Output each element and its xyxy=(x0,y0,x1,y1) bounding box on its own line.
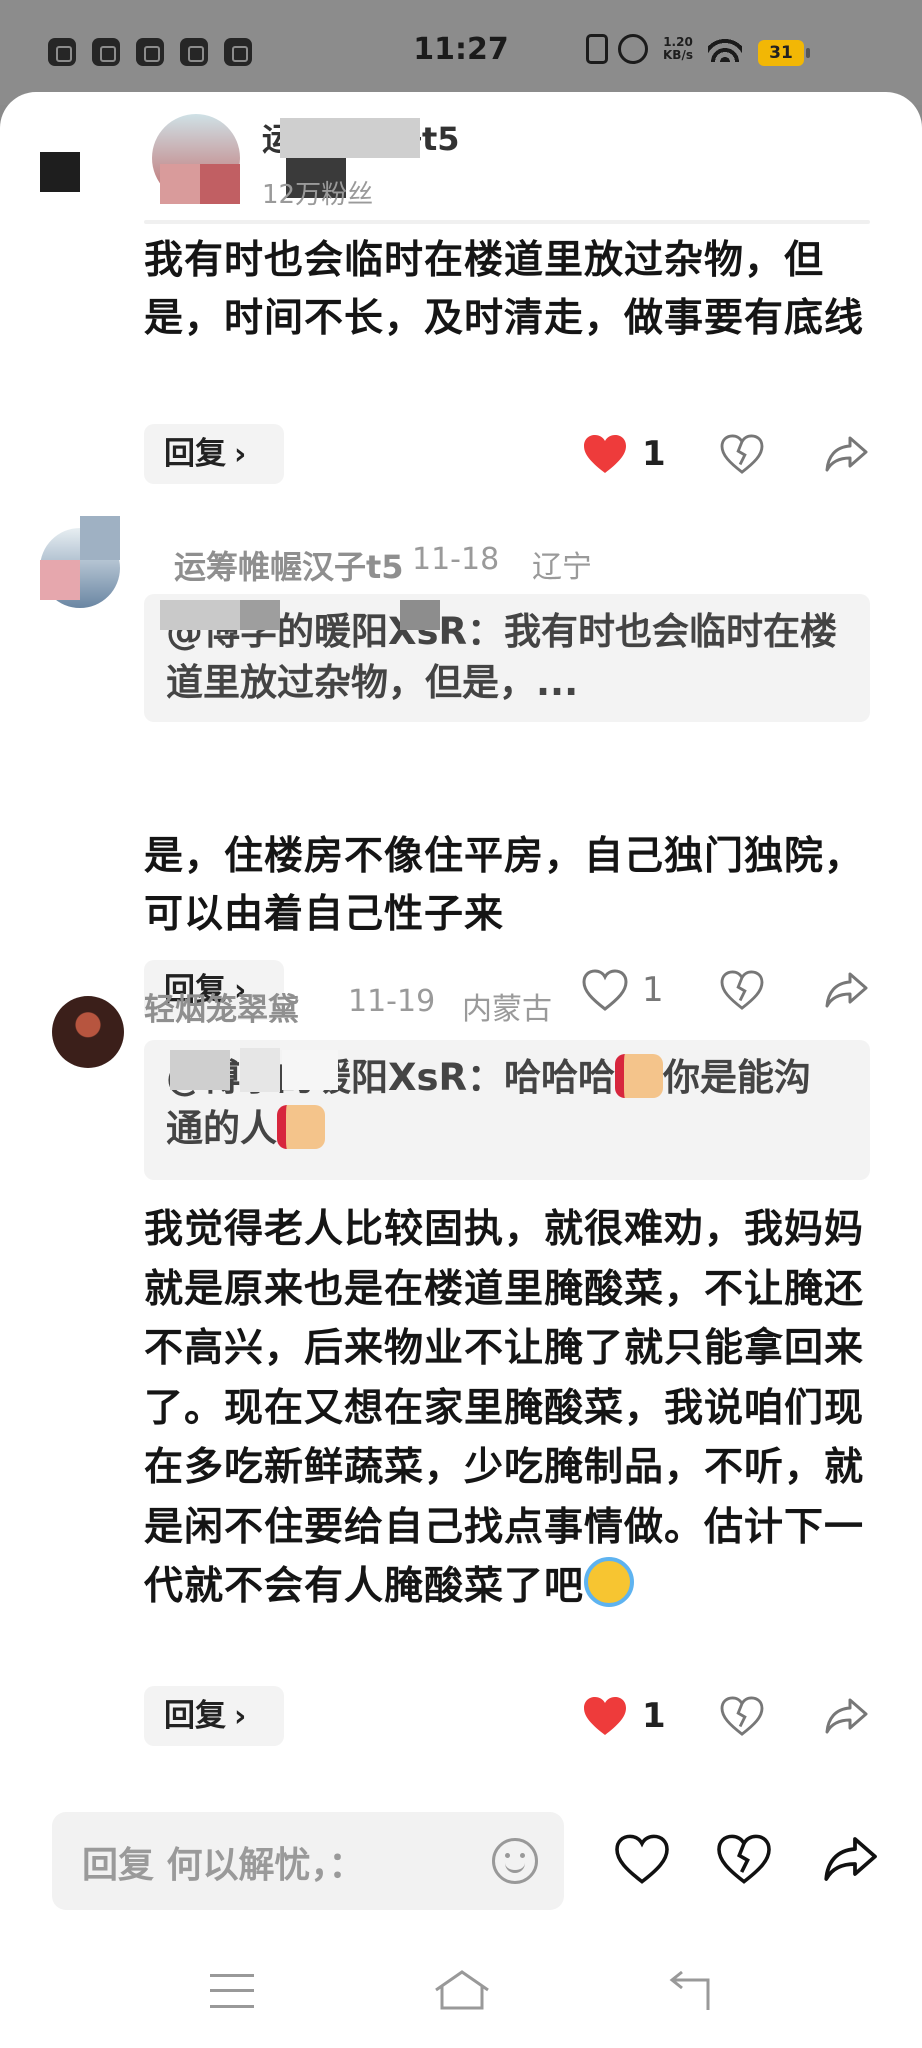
crying-laughing-emoji-icon xyxy=(584,1557,635,1607)
alarm-icon xyxy=(618,34,648,64)
chevron-right-icon: › xyxy=(234,1699,247,1734)
back-icon[interactable] xyxy=(668,1968,718,2012)
comment-date: 11-18 xyxy=(412,542,500,577)
share-icon xyxy=(825,1698,868,1734)
wifi-icon xyxy=(708,36,742,62)
heart-filled-icon xyxy=(584,1697,626,1735)
comment-body: 是，住楼房不像住平房，自己独门独院，可以由着自己性子来 xyxy=(144,834,865,937)
network-speed: 1.20 KB/s xyxy=(663,35,693,62)
bottom-dislike-button[interactable] xyxy=(716,1834,772,1884)
reply-button[interactable]: 回复 › xyxy=(144,1686,284,1746)
heart-outline-icon xyxy=(615,1834,669,1884)
chevron-right-icon: › xyxy=(234,437,247,472)
emoji-icon[interactable] xyxy=(492,1838,538,1884)
broken-heart-icon xyxy=(720,1696,764,1736)
reply-input[interactable]: 回复 何以解忧，： xyxy=(52,1812,564,1910)
like-button[interactable]: 1 xyxy=(582,960,664,1020)
reply-button[interactable]: 回复 › xyxy=(144,424,284,484)
share-icon xyxy=(825,436,868,472)
dislike-button[interactable] xyxy=(720,1686,764,1746)
close-icon[interactable] xyxy=(40,152,80,192)
broken-heart-icon xyxy=(720,434,764,474)
comment-date: 11-19 xyxy=(348,984,436,1019)
battery-indicator: 31 xyxy=(758,40,810,66)
bottom-like-button[interactable] xyxy=(614,1834,670,1884)
like-count: 1 xyxy=(642,1696,666,1736)
divider xyxy=(144,220,870,224)
dislike-button[interactable] xyxy=(720,960,764,1020)
comment-body: 我有时也会临时在楼道里放过杂物，但是，时间不长，及时清走，做事要有底线 xyxy=(144,238,865,341)
comments-sheet: 运筹帷幄子t5 12万粉丝 我有时也会临时在楼道里放过杂物，但是，时间不长，及时… xyxy=(0,92,922,2048)
comment-location: 辽宁 xyxy=(532,550,592,585)
follower-count: 12万粉丝 xyxy=(262,180,374,210)
like-button[interactable]: 1 xyxy=(582,1686,666,1746)
heart-filled-icon xyxy=(584,435,626,473)
share-icon xyxy=(824,1837,877,1881)
broken-heart-icon xyxy=(720,970,764,1010)
broken-heart-icon xyxy=(717,1834,771,1884)
status-bar: 11:27 1.20 KB/s 31 xyxy=(0,0,922,105)
avatar[interactable] xyxy=(52,996,124,1068)
status-right-icons: 1.20 KB/s xyxy=(586,34,742,64)
nfc-icon xyxy=(586,34,608,64)
comment-body: 我觉得老人比较固执，就很难劝，我妈妈就是原来也是在楼道里腌酸菜，不让腌还不高兴，… xyxy=(144,1207,865,1609)
share-button[interactable] xyxy=(824,424,868,484)
bottom-share-button[interactable] xyxy=(822,1834,878,1884)
thumbs-up-emoji-icon xyxy=(615,1054,664,1098)
comment-author[interactable]: 运筹帷幄汉子t5 xyxy=(174,542,404,588)
dislike-button[interactable] xyxy=(720,424,764,484)
thumbs-up-emoji-icon xyxy=(277,1105,325,1149)
comment-author[interactable]: 轻烟笼翠黛 xyxy=(144,984,299,1029)
system-nav-bar xyxy=(0,1944,922,2048)
home-icon[interactable] xyxy=(432,1968,492,2012)
share-button[interactable] xyxy=(824,960,868,1020)
comment-location: 内蒙古 xyxy=(462,992,552,1027)
reply-input-placeholder: 回复 何以解忧，： xyxy=(82,1845,365,1886)
share-button[interactable] xyxy=(824,1686,868,1746)
share-icon xyxy=(825,972,868,1008)
heart-outline-icon xyxy=(582,969,628,1011)
menu-icon[interactable] xyxy=(210,1974,254,2008)
like-button[interactable]: 1 xyxy=(582,424,666,484)
like-count: 1 xyxy=(642,434,666,474)
like-count: 1 xyxy=(642,970,664,1010)
